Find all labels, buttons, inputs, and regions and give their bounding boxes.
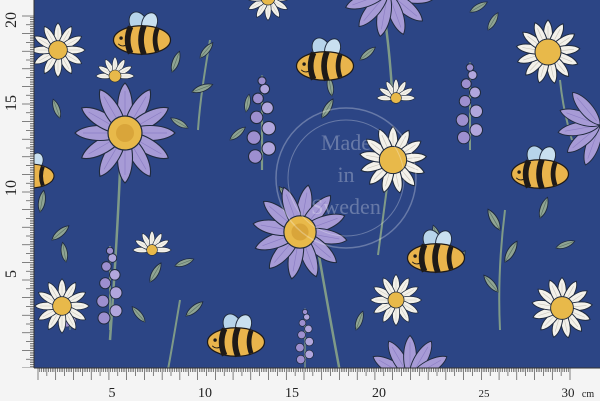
watermark-line-2: in (337, 162, 354, 187)
left-ruler-label-20: 20 (3, 12, 20, 28)
left-ruler-ticks (22, 15, 34, 369)
bottom-ruler-label-25: 25 (479, 388, 491, 400)
left-ruler-label-5: 5 (3, 270, 20, 278)
watermark-line-1: Made (321, 130, 371, 155)
left-ruler: 20 15 10 5 (0, 0, 35, 369)
bottom-ruler-label-20: 20 (372, 386, 386, 401)
bottom-ruler-label-15: 15 (285, 386, 299, 401)
bottom-ruler-unit: cm (582, 389, 594, 400)
watermark-line-3: Sweden (311, 194, 381, 219)
bottom-ruler: 5 10 15 20 25 30 cm (0, 367, 600, 401)
left-ruler-label-10: 10 (3, 180, 20, 196)
bottom-ruler-label-10: 10 (198, 386, 212, 401)
left-ruler-label-15: 15 (3, 95, 20, 111)
bottom-ruler-label-5: 5 (109, 386, 116, 401)
fabric-print: Made in Sweden 20 15 10 5 5 10 15 20 25 … (0, 0, 600, 401)
fabric-swatch: Made in Sweden 20 15 10 5 5 10 15 20 25 … (0, 0, 600, 401)
bottom-ruler-label-30: 30 (562, 385, 575, 400)
